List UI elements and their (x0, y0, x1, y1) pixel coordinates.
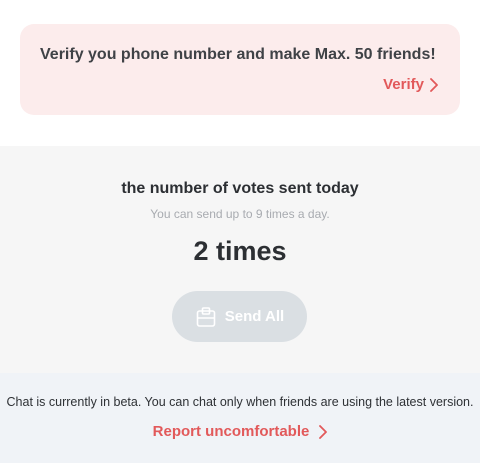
beta-notice: Chat is currently in beta. You can chat … (6, 395, 474, 409)
verify-banner: Verify you phone number and make Max. 50… (20, 24, 460, 115)
votes-section: the number of votes sent today You can s… (0, 146, 480, 373)
votes-subtitle: You can send up to 9 times a day. (150, 207, 330, 221)
verify-message: Verify you phone number and make Max. 50… (40, 46, 436, 63)
clipboard-icon (195, 306, 217, 328)
report-row: Report uncomfortable (0, 423, 480, 440)
votes-title: the number of votes sent today (121, 180, 359, 197)
beta-section: Chat is currently in beta. You can chat … (0, 373, 480, 463)
send-all-label: Send All (224, 308, 285, 325)
chevron-right-icon (430, 77, 438, 92)
report-label: Report uncomfortable (152, 423, 310, 440)
chevron-right-icon (319, 424, 328, 439)
votes-count: 2 times (193, 236, 287, 266)
report-uncomfortable-link[interactable]: Report uncomfortable (153, 423, 328, 440)
verify-link-label: Verify (383, 76, 424, 93)
verify-link[interactable]: Verify (383, 76, 438, 93)
send-all-button[interactable]: Send All (172, 291, 307, 342)
